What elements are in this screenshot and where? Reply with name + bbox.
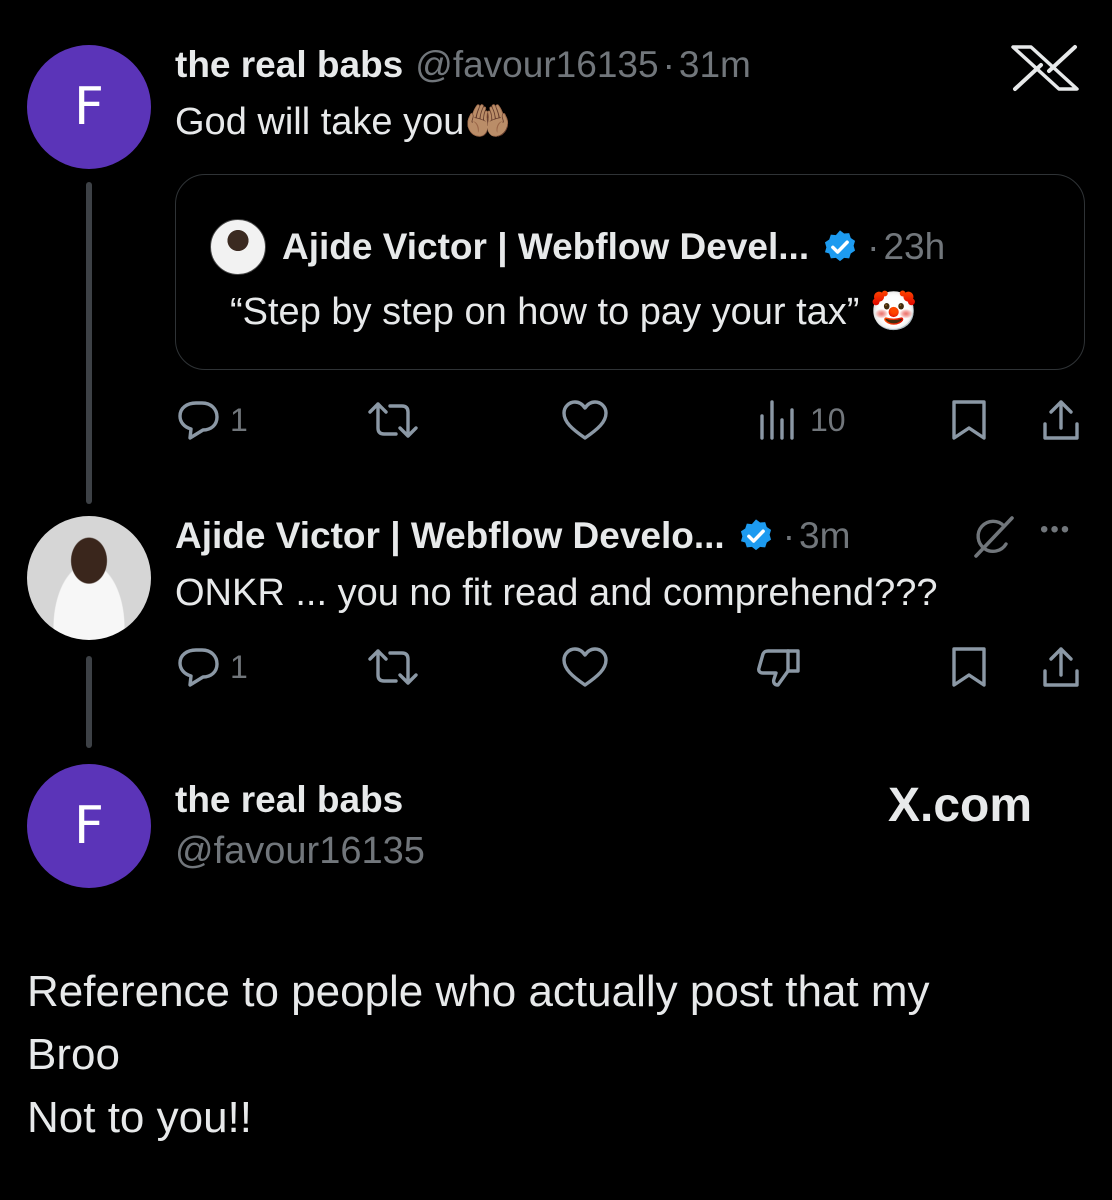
- avatar[interactable]: F: [27, 45, 151, 169]
- reply-icon: [178, 648, 219, 687]
- share-icon: [1043, 647, 1079, 687]
- avatar[interactable]: F: [27, 764, 151, 888]
- grok-icon[interactable]: [968, 514, 1018, 565]
- retweet-icon: [368, 402, 418, 438]
- share-button[interactable]: [1040, 398, 1082, 442]
- bookmark-icon: [952, 400, 986, 440]
- retweet-button[interactable]: [366, 645, 420, 689]
- views-button[interactable]: 10: [756, 398, 846, 442]
- reply-line: Broo: [27, 1030, 120, 1079]
- like-button[interactable]: [560, 398, 610, 442]
- profile-name[interactable]: the real babs: [175, 779, 403, 821]
- tweet-header: Ajide Victor | Webflow Develo... · 3m: [175, 515, 850, 557]
- author-name[interactable]: Ajide Victor | Webflow Develo...: [175, 515, 725, 557]
- like-icon: [562, 647, 608, 687]
- quoted-timestamp: 23h: [883, 226, 946, 267]
- profile-handle[interactable]: @favour16135: [175, 830, 425, 873]
- reply-icon: [178, 401, 219, 440]
- tweet-text: ONKR ... you no fit read and comprehend?…: [175, 572, 938, 614]
- reply-count: 1: [230, 648, 248, 685]
- avatar-letter: F: [74, 77, 104, 137]
- avatar[interactable]: [27, 516, 151, 640]
- author-name[interactable]: the real babs: [175, 44, 403, 86]
- x-logo-icon[interactable]: [1007, 44, 1083, 97]
- like-button[interactable]: [560, 645, 610, 689]
- views-icon: [760, 400, 794, 440]
- author-handle[interactable]: @favour16135: [415, 44, 658, 86]
- bookmark-button[interactable]: [948, 645, 990, 689]
- bookmark-button[interactable]: [948, 398, 990, 442]
- reply-count: 1: [230, 401, 248, 438]
- dislike-icon: [757, 649, 800, 687]
- thread-line: [86, 656, 92, 748]
- tweet-text: God will take you🤲🏽: [175, 101, 512, 143]
- quoted-tweet[interactable]: Ajide Victor | Webflow Devel... · 23h “S…: [175, 174, 1085, 370]
- more-options-icon[interactable]: •••: [1040, 516, 1071, 544]
- dislike-button[interactable]: [754, 645, 802, 689]
- brand-label: X.com: [888, 779, 1033, 832]
- share-button[interactable]: [1040, 645, 1082, 689]
- verified-icon: [740, 519, 771, 551]
- avatar-letter: F: [74, 796, 104, 856]
- views-count: 10: [810, 401, 846, 438]
- thread-line: [86, 182, 92, 504]
- reply-line: Not to you!!: [27, 1093, 253, 1142]
- separator-dot: ·: [782, 515, 796, 556]
- timestamp[interactable]: 31m: [679, 44, 751, 86]
- bookmark-icon: [952, 647, 986, 687]
- verified-icon: [825, 230, 856, 262]
- quoted-author-name: Ajide Victor | Webflow Devel...: [282, 226, 810, 267]
- reply-button[interactable]: 1: [176, 398, 248, 442]
- quoted-avatar: [210, 219, 266, 275]
- tweet-header: the real babs @favour16135 · 31m: [175, 44, 751, 86]
- reply-button[interactable]: 1: [176, 645, 248, 689]
- share-icon: [1043, 400, 1079, 440]
- timestamp[interactable]: 3m: [799, 515, 850, 557]
- separator-dot: ·: [867, 226, 880, 267]
- reply-text: Reference to people who actually post th…: [27, 960, 930, 1149]
- quoted-text: “Step by step on how to pay your tax” 🤡: [230, 291, 918, 333]
- retweet-icon: [368, 649, 418, 685]
- reply-line: Reference to people who actually post th…: [27, 967, 930, 1016]
- retweet-button[interactable]: [366, 398, 420, 442]
- like-icon: [562, 400, 608, 440]
- separator-dot: ·: [662, 44, 675, 85]
